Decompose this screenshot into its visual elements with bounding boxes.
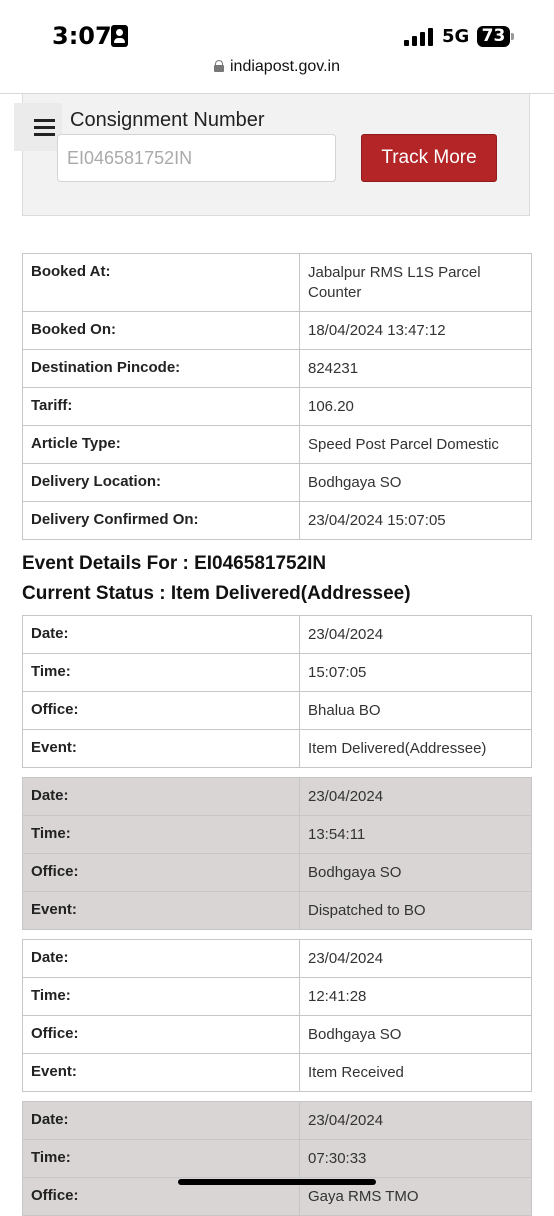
delivery-location-value: Bodhgaya SO	[299, 463, 532, 502]
track-more-button[interactable]: Track More	[361, 134, 497, 182]
event-table: Date: 23/04/2024 Time: 12:41:28 Office: …	[22, 939, 532, 1092]
lock-icon	[214, 60, 224, 72]
date-value: 23/04/2024	[299, 615, 532, 654]
table-row: Event: Item Delivered(Addressee)	[22, 729, 532, 768]
time-value: 13:54:11	[299, 815, 532, 854]
address-bar[interactable]: indiapost.gov.in	[0, 58, 554, 86]
table-row: Office: Bodhgaya SO	[22, 853, 532, 892]
office-value: Bodhgaya SO	[299, 853, 532, 892]
article-type-value: Speed Post Parcel Domestic	[299, 425, 532, 464]
table-row: Date: 23/04/2024	[22, 939, 532, 978]
booked-at-value: Jabalpur RMS L1S Parcel Counter	[299, 253, 532, 312]
current-status-heading: Current Status : Item Delivered(Addresse…	[22, 583, 411, 604]
delivery-location-label: Delivery Location:	[22, 463, 300, 502]
table-row: Time: 12:41:28	[22, 977, 532, 1016]
event-value: Dispatched to BO	[299, 891, 532, 930]
status-bar: 3:07 5G 73	[0, 0, 554, 60]
event-table: Date: 23/04/2024 Time: 07:30:33 Office: …	[22, 1101, 532, 1216]
table-row: Office: Bhalua BO	[22, 691, 532, 730]
time-value: 12:41:28	[299, 977, 532, 1016]
table-row: Office: Bodhgaya SO	[22, 1015, 532, 1054]
time-value: 07:30:33	[299, 1139, 532, 1178]
booked-on-value: 18/04/2024 13:47:12	[299, 311, 532, 350]
battery-tip	[511, 33, 514, 40]
date-label: Date:	[22, 777, 300, 816]
date-value: 23/04/2024	[299, 1101, 532, 1140]
table-row: Destination Pincode: 824231	[22, 349, 532, 388]
event-value: Item Received	[299, 1053, 532, 1092]
table-row: Time: 15:07:05	[22, 653, 532, 692]
consignment-label: Consignment Number	[70, 109, 265, 131]
tariff-label: Tariff:	[22, 387, 300, 426]
table-row: Tariff: 106.20	[22, 387, 532, 426]
table-row: Date: 23/04/2024	[22, 777, 532, 816]
delivery-confirmed-value: 23/04/2024 15:07:05	[299, 501, 532, 540]
booked-at-label: Booked At:	[22, 253, 300, 312]
table-row: Booked On: 18/04/2024 13:47:12	[22, 311, 532, 350]
date-value: 23/04/2024	[299, 777, 532, 816]
office-label: Office:	[22, 691, 300, 730]
table-row: Time: 07:30:33	[22, 1139, 532, 1178]
table-row: Date: 23/04/2024	[22, 1101, 532, 1140]
destination-pincode-label: Destination Pincode:	[22, 349, 300, 388]
menu-icon[interactable]	[14, 103, 62, 151]
cellular-signal-icon	[404, 26, 434, 46]
table-row: Event: Dispatched to BO	[22, 891, 532, 930]
date-label: Date:	[22, 615, 300, 654]
booked-on-label: Booked On:	[22, 311, 300, 350]
destination-pincode-value: 824231	[299, 349, 532, 388]
delivery-confirmed-label: Delivery Confirmed On:	[22, 501, 300, 540]
network-type: 5G	[442, 26, 470, 47]
tariff-value: 106.20	[299, 387, 532, 426]
event-value: Item Delivered(Addressee)	[299, 729, 532, 768]
article-type-label: Article Type:	[22, 425, 300, 464]
date-label: Date:	[22, 1101, 300, 1140]
time-label: Time:	[22, 815, 300, 854]
table-row: Booked At: Jabalpur RMS L1S Parcel Count…	[22, 253, 532, 312]
time-label: Time:	[22, 1139, 300, 1178]
battery-icon: 73	[477, 26, 510, 47]
time-value: 15:07:05	[299, 653, 532, 692]
date-value: 23/04/2024	[299, 939, 532, 978]
office-label: Office:	[22, 853, 300, 892]
event-details-heading: Event Details For : EI046581752IN	[22, 553, 327, 574]
date-label: Date:	[22, 939, 300, 978]
table-row: Time: 13:54:11	[22, 815, 532, 854]
office-value: Bodhgaya SO	[299, 1015, 532, 1054]
office-value: Bhalua BO	[299, 691, 532, 730]
table-row: Event: Item Received	[22, 1053, 532, 1092]
home-indicator[interactable]	[178, 1179, 376, 1185]
event-table: Date: 23/04/2024 Time: 15:07:05 Office: …	[22, 615, 532, 768]
event-label: Event:	[22, 1053, 300, 1092]
table-row: Article Type: Speed Post Parcel Domestic	[22, 425, 532, 464]
event-label: Event:	[22, 891, 300, 930]
event-table: Date: 23/04/2024 Time: 13:54:11 Office: …	[22, 777, 532, 930]
table-row: Date: 23/04/2024	[22, 615, 532, 654]
event-label: Event:	[22, 729, 300, 768]
consignment-number-input[interactable]: EI046581752IN	[57, 134, 336, 182]
time-label: Time:	[22, 653, 300, 692]
booking-details-table: Booked At: Jabalpur RMS L1S Parcel Count…	[22, 253, 532, 540]
contact-card-icon	[111, 25, 128, 47]
table-row: Delivery Confirmed On: 23/04/2024 15:07:…	[22, 501, 532, 540]
time-label: Time:	[22, 977, 300, 1016]
status-time: 3:07	[52, 22, 112, 50]
url-text: indiapost.gov.in	[230, 58, 340, 75]
office-label: Office:	[22, 1015, 300, 1054]
table-row: Delivery Location: Bodhgaya SO	[22, 463, 532, 502]
